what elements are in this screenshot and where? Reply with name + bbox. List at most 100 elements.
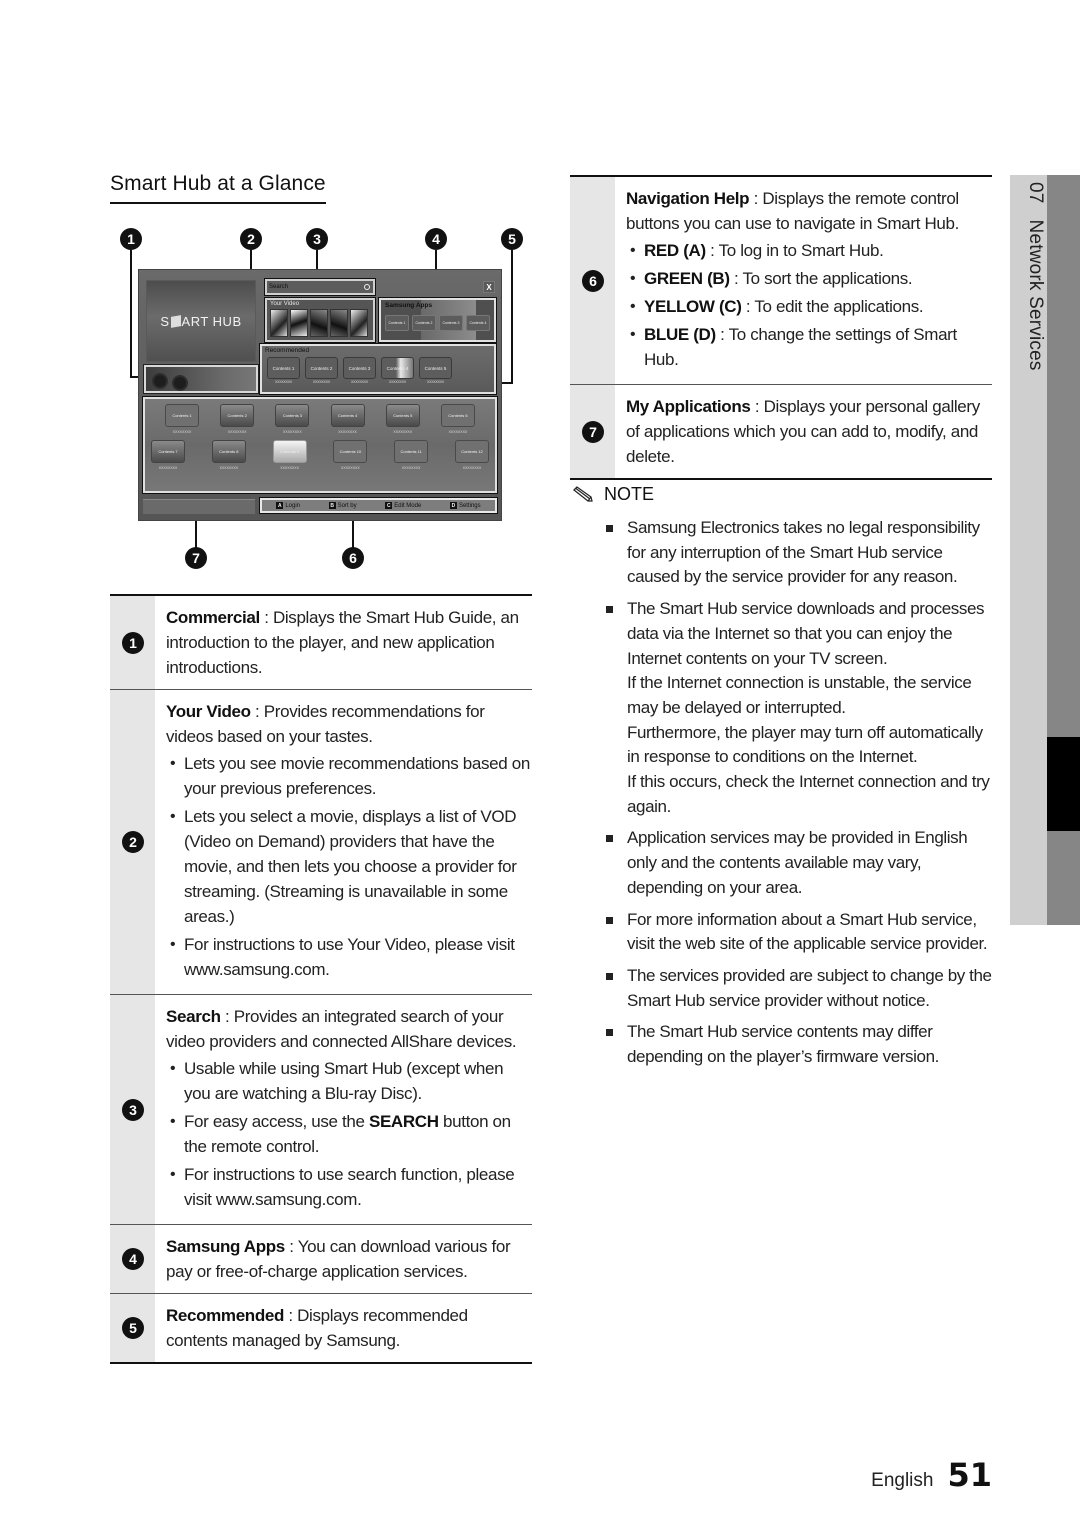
my-app-item[interactable]: Contents 12 XXXXXXXX xyxy=(454,440,489,470)
note-item: Application services may be provided in … xyxy=(606,826,996,900)
number-badge: 2 xyxy=(122,831,144,853)
description-cell: Samsung Apps : You can download various … xyxy=(155,1225,532,1293)
my-app-item[interactable]: Contents 4 XXXXXXXX xyxy=(330,404,365,434)
bullet-text: : To sort the applications. xyxy=(729,269,913,288)
app-tile[interactable]: Contents 1 xyxy=(385,315,409,331)
app-tile[interactable]: Contents 3 xyxy=(439,315,463,331)
description-text: My Applications : Displays your personal… xyxy=(626,394,992,469)
recommended-tile[interactable]: Contents 1 xyxy=(267,357,300,379)
recommended-tile[interactable]: Contents 4 xyxy=(381,357,414,379)
callout-badge-3: 3 xyxy=(306,228,328,250)
your-video-panel[interactable]: Your Video xyxy=(264,297,376,343)
my-app-item[interactable]: Contents 11 XXXXXXXX xyxy=(394,440,429,470)
note-item: The Smart Hub service downloads and proc… xyxy=(606,597,996,819)
recommended-caption: XXXXXXXX xyxy=(388,380,407,384)
video-thumbnail[interactable] xyxy=(350,309,368,337)
my-app-tile[interactable]: Contents 3 xyxy=(275,404,310,427)
recommended-tile[interactable]: Contents 3 xyxy=(343,357,376,379)
my-app-tile[interactable]: Contents 6 xyxy=(440,404,475,427)
bullet-item: For easy access, use the SEARCH button o… xyxy=(166,1109,532,1159)
my-app-item[interactable]: Contents 5 XXXXXXXX xyxy=(385,404,420,434)
my-app-caption: XXXXXXXX xyxy=(172,430,192,434)
bullet-list: RED (A) : To log in to Smart Hub. GREEN (… xyxy=(626,238,992,372)
note-item: For more information about a Smart Hub s… xyxy=(606,908,996,957)
bullet-item: For instructions to use search function,… xyxy=(166,1162,532,1212)
key-a-icon: A xyxy=(276,502,284,509)
description-cell: Your Video : Provides recommendations fo… xyxy=(155,690,532,994)
my-app-tile[interactable]: Contents 7 xyxy=(151,440,185,463)
my-app-tile[interactable]: Contents 9 xyxy=(272,440,307,463)
note-heading: NOTE xyxy=(572,484,654,505)
app-tile[interactable]: Contents 4 xyxy=(466,315,490,331)
my-app-caption: XXXXXXXX xyxy=(158,466,178,470)
callout-badge-7: 7 xyxy=(185,547,207,569)
my-app-tile[interactable]: Contents 12 xyxy=(454,440,489,463)
my-app-item[interactable]: Contents 2 XXXXXXXX xyxy=(220,404,255,434)
term-label: Navigation Help xyxy=(626,189,750,208)
video-thumbnail[interactable] xyxy=(330,309,348,337)
description-cell: Recommended : Displays recommended conte… xyxy=(155,1294,532,1362)
pencil-icon xyxy=(572,485,594,504)
search-icon xyxy=(364,284,370,290)
my-app-item[interactable]: Contents 6 XXXXXXXX xyxy=(440,404,475,434)
note-paragraph: Application services may be provided in … xyxy=(627,828,968,897)
my-app-item[interactable]: Contents 3 XXXXXXXX xyxy=(275,404,310,434)
my-app-tile[interactable]: Contents 10 xyxy=(333,440,368,463)
table-row: 3 Search : Provides an integrated search … xyxy=(110,995,532,1225)
nav-help-label: Sort by xyxy=(337,502,357,509)
section-title: Smart Hub at a Glance xyxy=(110,172,326,204)
cube-icon xyxy=(170,314,181,328)
my-app-tile[interactable]: Contents 5 xyxy=(385,404,420,427)
my-app-tile[interactable]: Contents 2 xyxy=(220,404,255,427)
number-badge: 3 xyxy=(122,1098,144,1121)
callout-badge-2: 2 xyxy=(240,228,262,250)
commercial-panel[interactable] xyxy=(143,364,259,394)
my-app-item[interactable]: Contents 7 XXXXXXXX xyxy=(151,440,185,470)
recommended-item[interactable]: Contents 2 XXXXXXXX xyxy=(305,357,338,384)
recommended-tile[interactable]: Contents 5 xyxy=(419,357,452,379)
my-app-tile[interactable]: Contents 8 xyxy=(211,440,246,463)
app-tile[interactable]: Contents 2 xyxy=(412,315,436,331)
number-cell: 3 xyxy=(110,995,155,1224)
my-app-tile[interactable]: Contents 4 xyxy=(330,404,365,427)
samsung-apps-panel[interactable]: Samsung Apps Contents 1 Contents 2 Conte… xyxy=(378,297,497,343)
search-bar[interactable]: Search xyxy=(264,278,376,296)
my-app-tile[interactable]: Contents 1 xyxy=(165,404,199,427)
my-app-item[interactable]: Contents 1 XXXXXXXX xyxy=(165,404,199,434)
note-item: Samsung Electronics takes no legal respo… xyxy=(606,516,996,590)
bullet-item: For instructions to use Your Video, plea… xyxy=(166,932,532,982)
number-badge: 5 xyxy=(122,1317,144,1339)
bullet-term: YELLOW (C) xyxy=(644,297,742,316)
my-app-tile[interactable]: Contents 11 xyxy=(394,440,429,463)
bullet-term: BLUE (D) xyxy=(644,325,716,344)
nav-help-label: Login xyxy=(285,502,300,509)
video-thumbnail[interactable] xyxy=(270,309,288,337)
recommended-caption: XXXXXXXX xyxy=(312,380,331,384)
recommended-tile[interactable]: Contents 2 xyxy=(305,357,338,379)
recommended-item[interactable]: Contents 4 XXXXXXXX xyxy=(381,357,414,384)
number-badge: 6 xyxy=(582,269,604,292)
description-text: Samsung Apps : You can download various … xyxy=(166,1234,532,1284)
close-button[interactable]: X xyxy=(483,281,495,293)
callout-line-5 xyxy=(511,250,513,384)
number-badge: 4 xyxy=(122,1248,144,1270)
smart-hub-screen: S ART HUB Search X Your Video Samsung Ap… xyxy=(138,269,502,521)
my-app-item[interactable]: Contents 8 XXXXXXXX xyxy=(211,440,246,470)
video-thumbnail[interactable] xyxy=(310,309,328,337)
video-thumbnail[interactable] xyxy=(290,309,308,337)
recommended-item[interactable]: Contents 1 XXXXXXXX xyxy=(267,357,300,384)
recommended-item[interactable]: Contents 3 XXXXXXXX xyxy=(343,357,376,384)
footer-language: English xyxy=(871,1470,934,1491)
recommended-item[interactable]: Contents 5 XXXXXXXX xyxy=(419,357,452,384)
bullet-term: RED (A) xyxy=(644,241,706,260)
my-applications-panel[interactable]: Contents 1 XXXXXXXX Contents 2 XXXXXXXX Cont… xyxy=(142,396,498,494)
my-app-item[interactable]: Contents 10 XXXXXXXX xyxy=(333,440,368,470)
note-paragraph: The Smart Hub service contents may diffe… xyxy=(627,1022,939,1067)
note-item: The Smart Hub service contents may diffe… xyxy=(606,1020,996,1069)
bullet-item: GREEN (B) : To sort the applications. xyxy=(626,266,992,291)
my-app-item[interactable]: Contents 9 XXXXXXXX xyxy=(272,440,307,470)
table-row: 5 Recommended : Displays recommended cont… xyxy=(110,1294,532,1364)
bullet-item: Usable while using Smart Hub (except whe… xyxy=(166,1056,532,1106)
note-paragraph: If this occurs, check the Internet conne… xyxy=(627,772,990,816)
recommended-panel[interactable]: Recommended Contents 1 XXXXXXXX Contents 2… xyxy=(259,343,497,395)
